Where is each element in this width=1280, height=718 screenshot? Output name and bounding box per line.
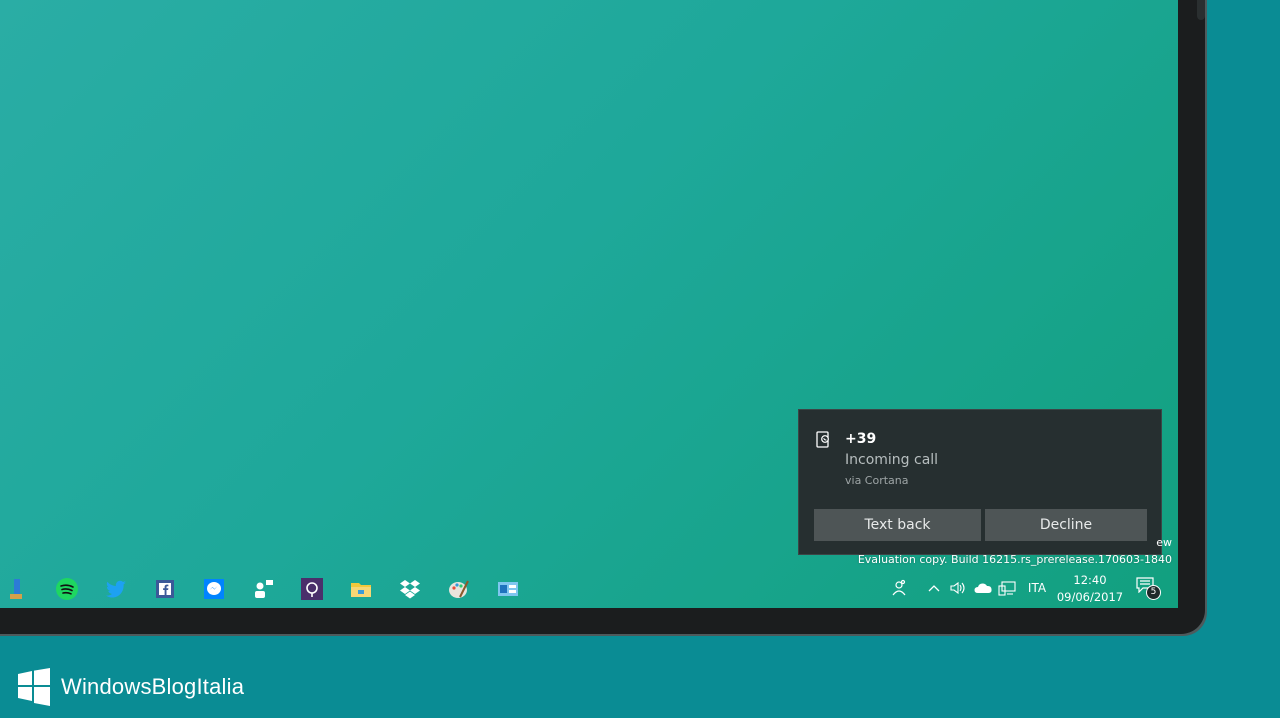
control-panel-icon[interactable]	[496, 577, 520, 601]
device-sensor	[1197, 0, 1205, 20]
facebook-icon[interactable]	[153, 577, 177, 601]
tray-people-icon[interactable]	[887, 568, 911, 608]
file-explorer-icon[interactable]	[349, 577, 373, 601]
app-icon[interactable]	[4, 577, 28, 601]
watermark-line1: ew	[1156, 536, 1172, 549]
incoming-call-toast[interactable]: +39 Incoming call via Cortana Text back …	[798, 409, 1162, 555]
people-icon[interactable]	[251, 577, 275, 601]
action-center-button[interactable]: 5	[1134, 568, 1161, 608]
dropbox-icon[interactable]	[398, 577, 422, 601]
language-indicator[interactable]: ITA	[1024, 568, 1050, 608]
spotify-icon[interactable]	[55, 577, 79, 601]
toast-body: Incoming call	[845, 452, 939, 468]
onedrive-icon[interactable]	[972, 568, 994, 608]
messenger-icon[interactable]	[202, 577, 226, 601]
toast-title: +39	[845, 431, 877, 447]
chevron-up-icon[interactable]	[925, 568, 943, 608]
toast-attribution: via Cortana	[845, 474, 909, 487]
taskbar: ITA 12:40 09/06/2017 5	[0, 568, 1178, 608]
notification-count-badge: 5	[1146, 585, 1161, 600]
onenote-icon[interactable]	[300, 577, 324, 601]
system-clock[interactable]: 12:40 09/06/2017	[1054, 572, 1126, 606]
phone-call-icon	[816, 431, 829, 448]
windowsblogitalia-logo-icon	[18, 668, 50, 706]
desktop-screen: +39 Incoming call via Cortana Text back …	[0, 0, 1178, 608]
paint-icon[interactable]	[447, 577, 471, 601]
volume-icon[interactable]	[948, 568, 968, 608]
clock-time: 12:40	[1073, 573, 1107, 587]
twitter-icon[interactable]	[104, 577, 128, 601]
brand-name: WindowsBlogItalia	[61, 674, 245, 699]
network-icon[interactable]	[996, 568, 1018, 608]
evaluation-watermark: Evaluation copy. Build 16215.rs_prerelea…	[857, 553, 1172, 566]
clock-date: 09/06/2017	[1056, 590, 1124, 604]
decline-button[interactable]: Decline	[985, 509, 1147, 541]
text-back-button[interactable]: Text back	[814, 509, 981, 541]
